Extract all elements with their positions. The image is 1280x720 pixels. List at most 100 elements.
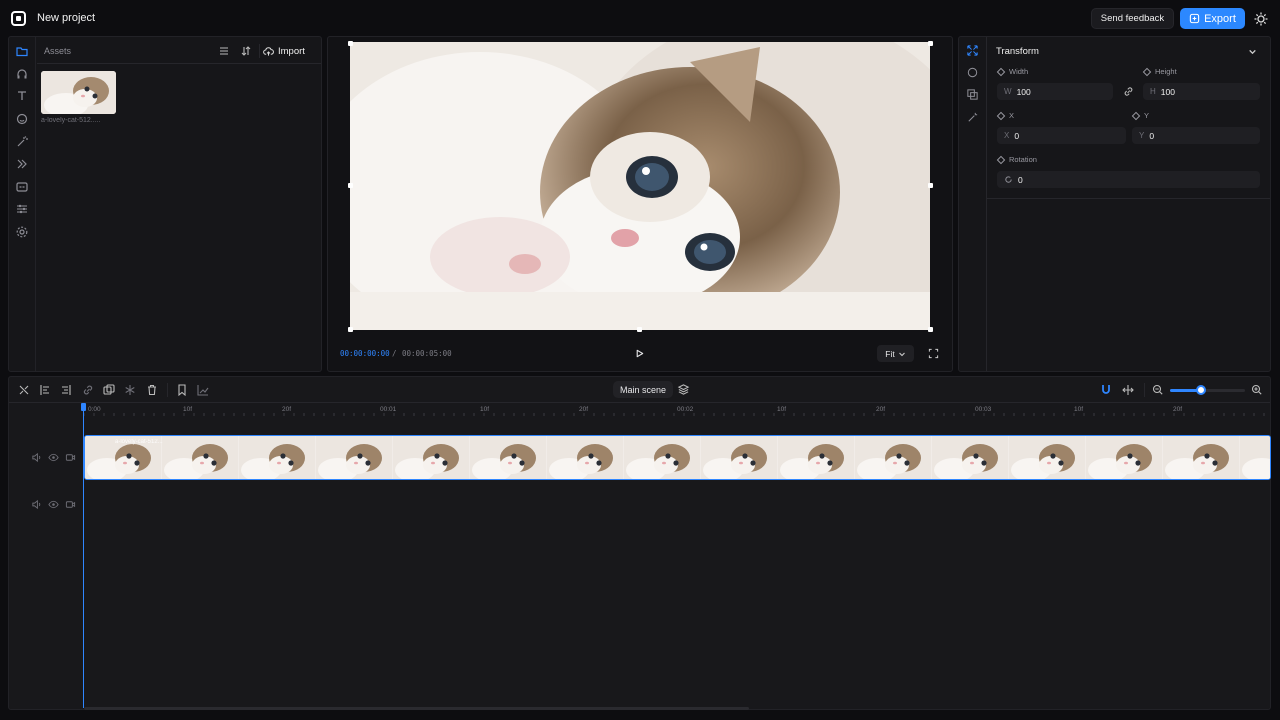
- keyframe-diamond-icon[interactable]: [996, 111, 1006, 120]
- magic-wand-icon[interactable]: [966, 111, 979, 124]
- scene-selector[interactable]: Main scene: [613, 381, 673, 398]
- magnet-snap-icon[interactable]: [1099, 383, 1113, 397]
- preview-canvas[interactable]: [350, 42, 930, 330]
- clip-frame: [1240, 436, 1270, 479]
- circle-shape-icon[interactable]: [966, 66, 979, 79]
- zoom-slider-handle[interactable]: [1196, 385, 1206, 395]
- send-feedback-button[interactable]: Send feedback: [1091, 8, 1174, 29]
- clip-frame: [932, 436, 1009, 479]
- link-icon[interactable]: [81, 383, 95, 397]
- width-field[interactable]: W 100: [997, 83, 1113, 100]
- align-right-icon[interactable]: [59, 383, 73, 397]
- resize-handle-right[interactable]: [928, 183, 933, 188]
- delete-icon[interactable]: [145, 383, 159, 397]
- x-field[interactable]: X0: [997, 127, 1126, 144]
- transform-title: Transform: [996, 46, 1039, 57]
- ruler-label: 10f: [480, 406, 490, 413]
- video-track-icon[interactable]: [65, 499, 76, 510]
- chevron-down-icon: [898, 352, 905, 356]
- folder-icon[interactable]: [15, 44, 29, 58]
- assets-heading: Assets: [44, 46, 72, 56]
- keyframe-graph-icon[interactable]: [196, 383, 210, 397]
- x-label: X: [996, 111, 1014, 120]
- keyframe-diamond-icon[interactable]: [996, 67, 1006, 76]
- ruler-label: 0:00: [88, 406, 101, 413]
- clip-frame: [1086, 436, 1163, 479]
- list-view-icon[interactable]: [218, 45, 230, 57]
- resize-handle-top-left[interactable]: [348, 41, 353, 46]
- mute-icon[interactable]: [31, 499, 42, 510]
- video-track-icon[interactable]: [65, 452, 76, 463]
- export-button[interactable]: Export: [1180, 8, 1245, 29]
- playhead[interactable]: [83, 403, 84, 708]
- ruler-label: 20f: [579, 406, 589, 413]
- assets-header-divider: [37, 63, 321, 64]
- cat-video-frame: [350, 42, 930, 330]
- track-2-controls: [31, 499, 76, 510]
- keyframe-diamond-icon[interactable]: [1131, 111, 1141, 120]
- ripple-edit-icon[interactable]: [1121, 383, 1135, 397]
- visibility-eye-icon[interactable]: [48, 452, 59, 463]
- fit-dropdown[interactable]: Fit: [877, 345, 914, 362]
- resize-handle-bottom[interactable]: [637, 327, 642, 332]
- current-timecode: 00:00:00:00: [340, 349, 390, 358]
- app-logo-icon[interactable]: [11, 11, 26, 26]
- ruler-label: 00:03: [975, 406, 992, 413]
- scenes-stack-icon[interactable]: [677, 383, 690, 396]
- timeline-toolbar-border: [9, 402, 1270, 403]
- duplicate-icon[interactable]: [102, 383, 116, 397]
- resize-handle-top-right[interactable]: [928, 41, 933, 46]
- layers-icon[interactable]: [966, 88, 979, 101]
- headphones-icon[interactable]: [15, 67, 29, 81]
- freeze-frame-icon[interactable]: [123, 383, 137, 397]
- clip-frame: [701, 436, 778, 479]
- clip-frame: [778, 436, 855, 479]
- zoom-out-icon[interactable]: [1152, 384, 1164, 396]
- timecode-separator: /: [392, 349, 397, 358]
- captions-icon[interactable]: [15, 180, 29, 194]
- resize-handle-bottom-right[interactable]: [928, 327, 933, 332]
- rotation-field[interactable]: 0: [997, 171, 1260, 188]
- video-clip[interactable]: a-lovely-cat-512...: [84, 435, 1271, 480]
- asset-thumbnail[interactable]: [41, 71, 116, 114]
- track-1-controls: [31, 452, 76, 463]
- ruler-label: 20f: [876, 406, 886, 413]
- link-aspect-icon[interactable]: [1122, 85, 1135, 98]
- bookmark-icon[interactable]: [175, 383, 189, 397]
- align-left-icon[interactable]: [38, 383, 52, 397]
- timeline-toolbar-divider: [167, 383, 168, 397]
- fullscreen-icon[interactable]: [928, 348, 939, 359]
- sort-icon[interactable]: [240, 45, 252, 57]
- transitions-icon[interactable]: [15, 157, 29, 171]
- import-button[interactable]: Import: [263, 43, 313, 59]
- clip-label: a-lovely-cat-512...: [115, 439, 163, 445]
- text-icon[interactable]: [15, 89, 29, 103]
- visibility-eye-icon[interactable]: [48, 499, 59, 510]
- sticker-icon[interactable]: [15, 112, 29, 126]
- split-icon[interactable]: [17, 383, 31, 397]
- zoom-divider: [1144, 383, 1145, 397]
- collapse-chevron-icon[interactable]: [1248, 47, 1257, 56]
- resize-handle-left[interactable]: [348, 183, 353, 188]
- timeline-scrollbar[interactable]: [84, 707, 749, 710]
- playhead-handle[interactable]: [81, 403, 86, 411]
- transform-icon[interactable]: [966, 44, 979, 57]
- zoom-in-icon[interactable]: [1251, 384, 1263, 396]
- top-bar: New project Send feedback Export: [0, 0, 1280, 36]
- play-icon[interactable]: [634, 348, 645, 359]
- timeline-panel: [8, 376, 1271, 710]
- asset-name: a-lovely-cat-512.....: [41, 117, 101, 124]
- project-title[interactable]: New project: [37, 12, 95, 24]
- y-field[interactable]: Y0: [1132, 127, 1260, 144]
- resize-handle-bottom-left[interactable]: [348, 327, 353, 332]
- keyframe-diamond-icon[interactable]: [996, 155, 1006, 164]
- adjust-sliders-icon[interactable]: [15, 202, 29, 216]
- clip-frame: [624, 436, 701, 479]
- theme-toggle-icon[interactable]: [1253, 11, 1269, 27]
- mute-icon[interactable]: [31, 452, 42, 463]
- effects-wand-icon[interactable]: [15, 135, 29, 149]
- keyframe-diamond-icon[interactable]: [1142, 67, 1152, 76]
- clip-frame: [547, 436, 624, 479]
- height-field[interactable]: H 100: [1143, 83, 1260, 100]
- settings-gear-icon[interactable]: [15, 225, 29, 239]
